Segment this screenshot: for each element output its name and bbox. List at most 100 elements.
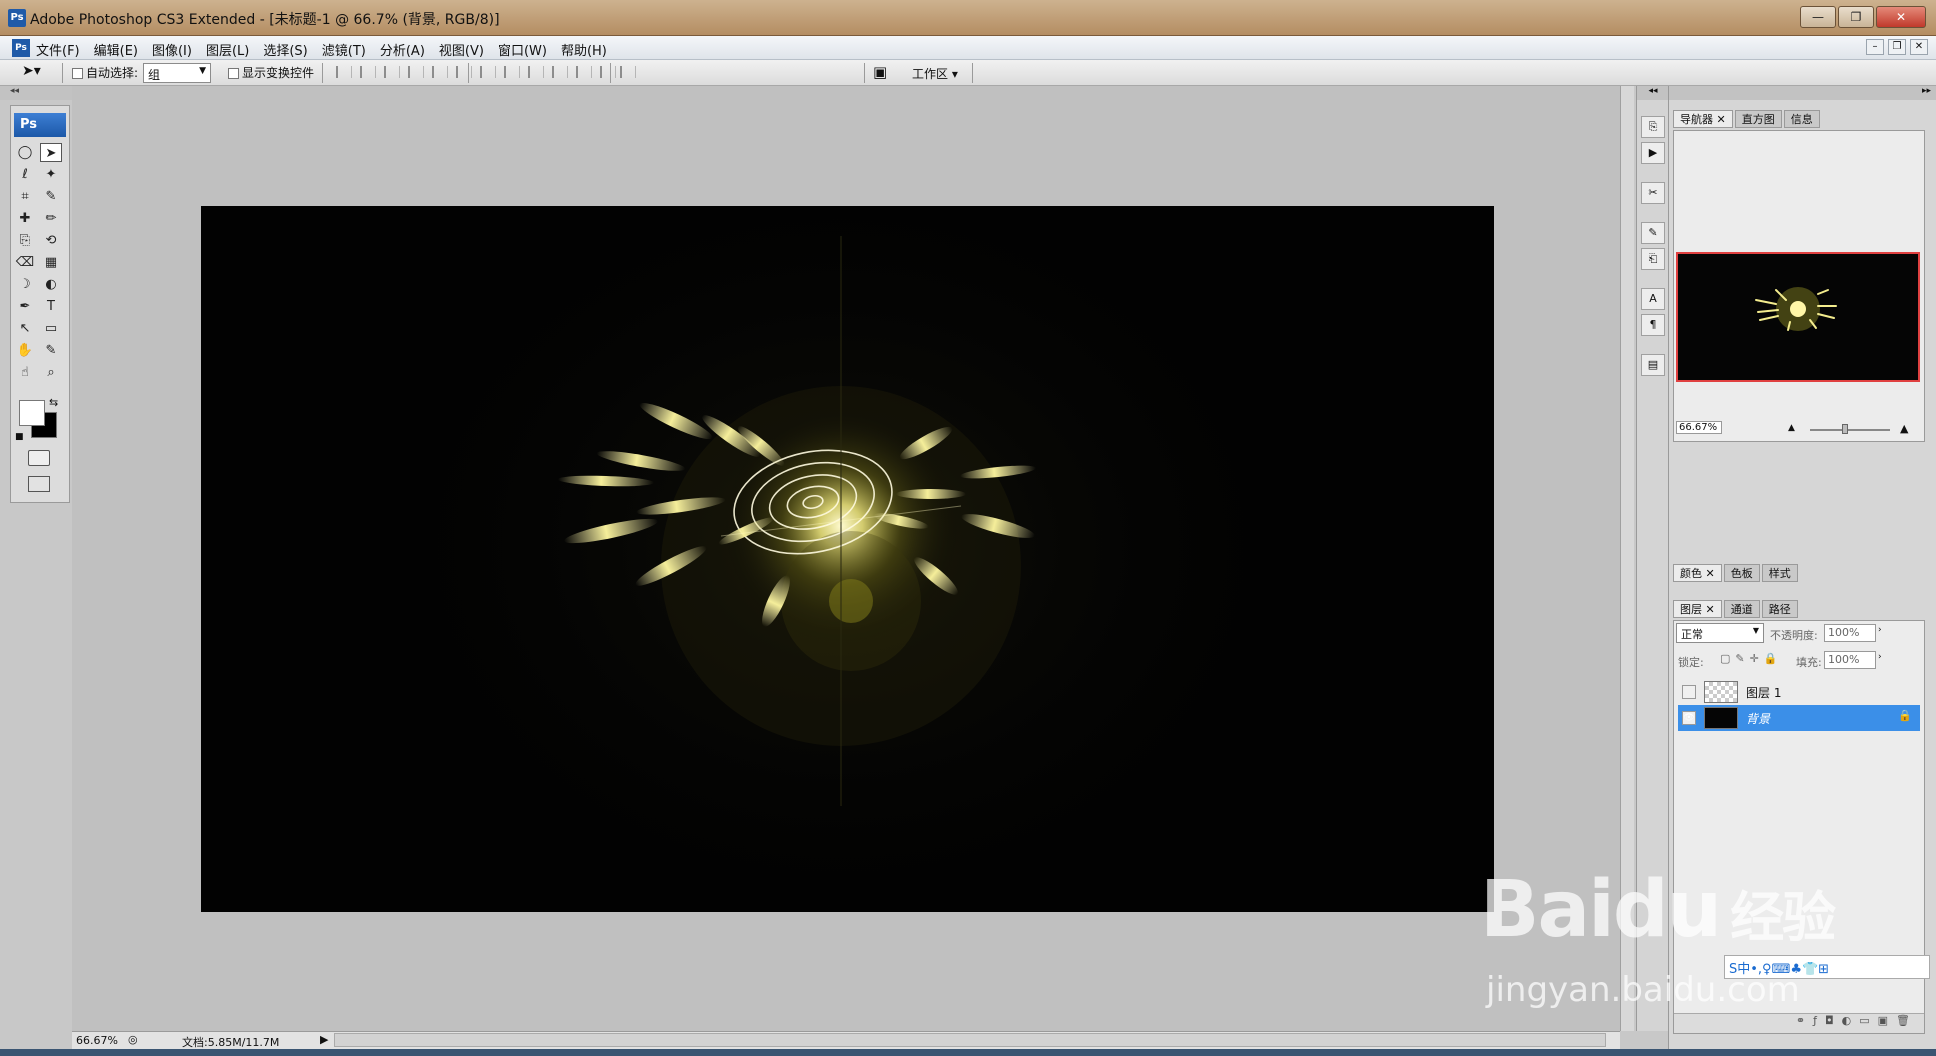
3d-rotate-tool-icon[interactable]: ☝ bbox=[14, 363, 36, 382]
tab-info[interactable]: 信息 bbox=[1783, 110, 1820, 128]
paragraph-panel-icon[interactable]: ¶ bbox=[1641, 314, 1665, 336]
doc-restore-button[interactable]: ❐ bbox=[1888, 39, 1906, 55]
eraser-tool-icon[interactable]: ⌫ bbox=[14, 253, 36, 272]
distribute-hcenter-icon[interactable] bbox=[576, 66, 592, 78]
panel-expand-icon[interactable]: ▸▸ bbox=[1669, 86, 1936, 100]
menu-analysis[interactable]: 分析(A) bbox=[380, 40, 425, 59]
eyedropper-tool-icon[interactable]: ✎ bbox=[40, 341, 62, 360]
show-transform-option[interactable]: 显示变换控件 bbox=[228, 64, 314, 81]
status-menu-arrow-icon[interactable]: ▶ bbox=[320, 1033, 328, 1046]
pen-tool-icon[interactable]: ✒ bbox=[14, 297, 36, 316]
opacity-slider-arrow-icon[interactable]: › bbox=[1878, 625, 1882, 635]
opacity-field[interactable]: 100% bbox=[1824, 624, 1876, 642]
layer-row-selected[interactable]: 👁 背景 🔒 bbox=[1678, 705, 1920, 731]
toolbox-collapse-strip[interactable]: ◂◂ bbox=[0, 86, 72, 100]
tab-paths[interactable]: 路径 bbox=[1761, 600, 1798, 618]
brush-tool-icon[interactable]: ✏ bbox=[40, 209, 62, 228]
tab-styles[interactable]: 样式 bbox=[1761, 564, 1798, 582]
quick-mask-button[interactable] bbox=[28, 450, 50, 466]
layers-footer-buttons[interactable]: ⚭ƒ◘◐▭▣🗑 bbox=[1674, 1013, 1924, 1033]
history-panel-icon[interactable]: ⎘ bbox=[1641, 116, 1665, 138]
gradient-tool-icon[interactable]: ▦ bbox=[40, 253, 62, 272]
screen-mode-button[interactable] bbox=[28, 476, 50, 492]
blend-mode-dropdown[interactable]: 正常 ▼ bbox=[1676, 623, 1764, 643]
magic-wand-tool-icon[interactable]: ✦ bbox=[40, 165, 62, 184]
tab-channels[interactable]: 通道 bbox=[1723, 600, 1760, 618]
character-panel-icon[interactable]: A bbox=[1641, 288, 1665, 310]
close-button[interactable]: ✕ bbox=[1876, 6, 1926, 28]
lasso-tool-icon[interactable]: ℓ bbox=[14, 165, 36, 184]
shape-tool-icon[interactable]: ▭ bbox=[40, 319, 62, 338]
default-colors-icon[interactable]: ■ bbox=[15, 432, 24, 442]
layer-comps-panel-icon[interactable]: ▤ bbox=[1641, 354, 1665, 376]
fill-slider-arrow-icon[interactable]: › bbox=[1878, 652, 1882, 662]
clone-source-panel-icon[interactable]: ⎗ bbox=[1641, 248, 1665, 270]
doc-close-button[interactable]: ✕ bbox=[1910, 39, 1928, 55]
menu-layer[interactable]: 图层(L) bbox=[206, 40, 249, 59]
move-tool-preset-icon[interactable]: ➤▾ bbox=[22, 63, 41, 79]
marquee-tool-icon[interactable]: ◯ bbox=[14, 143, 36, 162]
doc-minimize-button[interactable]: – bbox=[1866, 39, 1884, 55]
navigator-preview[interactable] bbox=[1676, 252, 1920, 382]
history-brush-tool-icon[interactable]: ⟲ bbox=[40, 231, 62, 250]
zoom-out-icon[interactable]: ▲ bbox=[1788, 423, 1795, 433]
show-transform-checkbox[interactable] bbox=[228, 68, 239, 79]
menu-edit[interactable]: 编辑(E) bbox=[94, 40, 138, 59]
document-canvas[interactable] bbox=[201, 206, 1494, 912]
menu-file[interactable]: 文件(F) bbox=[36, 40, 80, 59]
restore-button[interactable]: ❐ bbox=[1838, 6, 1874, 28]
tab-histogram[interactable]: 直方图 bbox=[1734, 110, 1782, 128]
clone-stamp-tool-icon[interactable]: ⎘ bbox=[14, 231, 36, 250]
dock-collapse-icon[interactable]: ◂◂ bbox=[1637, 86, 1669, 100]
swap-colors-icon[interactable]: ⇆ bbox=[49, 396, 58, 409]
align-top-icon[interactable] bbox=[336, 66, 352, 78]
ime-toolbar[interactable]: S中•,♀⌨♣👕⊞ bbox=[1724, 955, 1930, 979]
actions-panel-icon[interactable]: ▶ bbox=[1641, 142, 1665, 164]
menu-select[interactable]: 选择(S) bbox=[263, 40, 307, 59]
type-tool-icon[interactable]: T bbox=[40, 297, 62, 316]
zoom-level[interactable]: 66.67% bbox=[76, 1034, 118, 1047]
eye-icon[interactable]: 👁 bbox=[1682, 711, 1696, 725]
crop-tool-icon[interactable]: ⌗ bbox=[14, 187, 36, 206]
auto-select-checkbox[interactable] bbox=[72, 68, 83, 79]
dodge-tool-icon[interactable]: ◐ bbox=[40, 275, 62, 294]
navigator-zoom-field[interactable]: 66.67% bbox=[1676, 421, 1722, 434]
distribute-top-icon[interactable] bbox=[480, 66, 496, 78]
distribute-left-icon[interactable] bbox=[552, 66, 568, 78]
blur-tool-icon[interactable]: ☽ bbox=[14, 275, 36, 294]
tab-color[interactable]: 颜色 ✕ bbox=[1673, 564, 1722, 582]
lock-icons[interactable]: ▢✎✛🔒 bbox=[1720, 652, 1783, 665]
zoom-slider-thumb[interactable] bbox=[1842, 424, 1848, 434]
horizontal-scrollbar[interactable] bbox=[334, 1033, 1606, 1047]
minimize-button[interactable]: — bbox=[1800, 6, 1836, 28]
visibility-toggle[interactable] bbox=[1682, 685, 1696, 699]
align-left-icon[interactable] bbox=[408, 66, 424, 78]
hand-tool-icon[interactable]: ✋ bbox=[14, 341, 36, 360]
menu-window[interactable]: 窗口(W) bbox=[498, 40, 547, 59]
zoom-tool-icon[interactable]: ⌕ bbox=[40, 363, 62, 382]
menu-help[interactable]: 帮助(H) bbox=[561, 40, 607, 59]
brushes-panel-icon[interactable]: ✎ bbox=[1641, 222, 1665, 244]
tab-swatches[interactable]: 色板 bbox=[1723, 564, 1760, 582]
move-tool-icon[interactable]: ➤ bbox=[40, 143, 62, 162]
zoom-in-icon[interactable]: ▲ bbox=[1900, 422, 1908, 435]
workspace-menu[interactable]: 工作区 ▾ bbox=[912, 65, 958, 82]
tab-navigator[interactable]: 导航器 ✕ bbox=[1673, 110, 1733, 128]
layer-row[interactable]: 图层 1 bbox=[1678, 679, 1920, 705]
photoshop-logo[interactable]: Ps bbox=[14, 113, 66, 137]
tab-layers[interactable]: 图层 ✕ bbox=[1673, 600, 1722, 618]
document-icon[interactable]: Ps bbox=[12, 39, 30, 57]
layer-name[interactable]: 图层 1 bbox=[1746, 684, 1781, 701]
distribute-vcenter-icon[interactable] bbox=[504, 66, 520, 78]
layer-name[interactable]: 背景 bbox=[1746, 710, 1770, 727]
align-right-icon[interactable] bbox=[456, 66, 472, 78]
menu-filter[interactable]: 滤镜(T) bbox=[322, 40, 366, 59]
path-selection-tool-icon[interactable]: ↖ bbox=[14, 319, 36, 338]
tool-presets-panel-icon[interactable]: ✂ bbox=[1641, 182, 1665, 204]
align-vcenter-icon[interactable] bbox=[360, 66, 376, 78]
auto-select-option[interactable]: 自动选择: bbox=[72, 64, 138, 81]
align-hcenter-icon[interactable] bbox=[432, 66, 448, 78]
menu-view[interactable]: 视图(V) bbox=[439, 40, 484, 59]
fill-field[interactable]: 100% bbox=[1824, 651, 1876, 669]
align-bottom-icon[interactable] bbox=[384, 66, 400, 78]
